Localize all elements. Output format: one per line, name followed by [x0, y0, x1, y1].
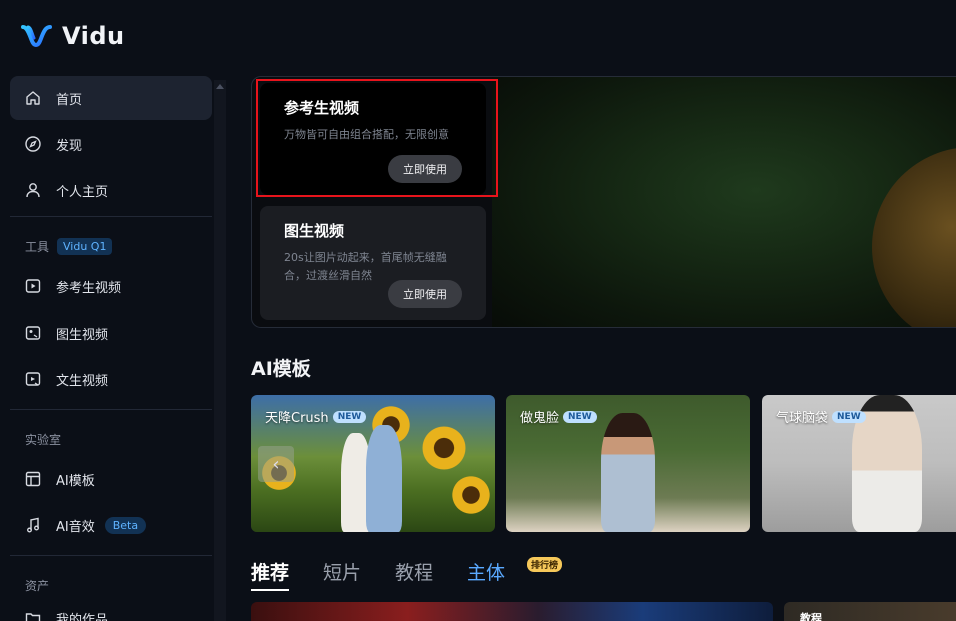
sidebar-item-label: 参考生视频 [56, 280, 122, 296]
new-badge: NEW [832, 410, 866, 423]
sidebar-item-label: 文生视频 [56, 373, 109, 389]
app-logo[interactable]: Vidu [20, 22, 125, 50]
tab-recommend[interactable]: 推荐 [251, 558, 290, 591]
sidebar-item-ai-sound[interactable]: AI音效 Beta [10, 503, 212, 547]
selection-highlight [256, 79, 498, 197]
new-badge: NEW [332, 410, 367, 423]
tab-tutorials[interactable]: 教程 [395, 558, 433, 591]
hero-preview-subject [872, 147, 956, 327]
template-card[interactable]: 做鬼脸 NEW [506, 395, 750, 532]
use-now-button[interactable]: 立即使用 [388, 280, 462, 308]
sidebar-item-label: AI模板 [56, 473, 95, 489]
template-label: 气球脑袋 NEW [776, 407, 866, 426]
feature-card-title: 图生视频 [284, 222, 345, 240]
reference-video-icon [24, 277, 42, 295]
lab-section-label: 实验室 [25, 431, 61, 448]
feed-card-label: 教程 [800, 612, 822, 621]
sidebar-item-label: 发现 [56, 138, 83, 154]
sidebar-item-label: 个人主页 [56, 184, 109, 200]
carousel-prev-button[interactable]: ‹ [258, 446, 294, 482]
user-icon [24, 181, 42, 199]
assets-section-title: 资产 [25, 579, 50, 593]
folder-icon [24, 609, 42, 621]
sidebar-item-discover[interactable]: 发现 [10, 122, 212, 166]
beta-badge: Beta [104, 516, 147, 534]
sidebar-item-label: 我的作品 [56, 612, 109, 621]
sidebar-divider [10, 409, 212, 410]
sidebar-item-my-works[interactable]: 我的作品 [10, 600, 212, 621]
sidebar-divider [10, 216, 212, 217]
sidebar-item-ai-template[interactable]: AI模板 [10, 457, 212, 501]
lab-section-title: 实验室 [25, 433, 62, 447]
model-badge: Vidu Q1 [57, 238, 113, 255]
home-icon [24, 89, 42, 107]
template-name: 天降Crush [265, 411, 329, 426]
templates-title: AI模板 [251, 358, 311, 380]
sidebar-divider [10, 555, 212, 556]
app-name: Vidu [62, 22, 125, 50]
feature-card-image-video[interactable]: 图生视频 20s让图片动起来，首尾帧无缝融合，过渡丝滑自然 立即使用 [260, 206, 486, 320]
template-label: 做鬼脸 NEW [520, 407, 597, 426]
sunflower-decoration [451, 475, 491, 515]
template-figure [601, 413, 655, 532]
tools-section-label: 工具 Vidu Q1 [25, 238, 113, 255]
tools-section-title: 工具 [25, 240, 50, 254]
template-figure [366, 425, 402, 532]
template-label: 天降Crush NEW [265, 407, 367, 426]
sidebar-item-text-video[interactable]: 文生视频 [10, 357, 212, 401]
assets-section-label: 资产 [25, 577, 49, 594]
sidebar-item-image-video[interactable]: 图生视频 [10, 311, 212, 355]
sunflower-decoration [421, 425, 467, 471]
image-video-icon [24, 324, 42, 342]
sidebar-item-label: 首页 [56, 92, 83, 108]
text-video-icon [24, 370, 42, 388]
sidebar-item-profile[interactable]: 个人主页 [10, 168, 212, 212]
template-name: 气球脑袋 [776, 411, 829, 426]
sidebar-scrollbar[interactable] [214, 80, 226, 621]
sidebar-item-label: 图生视频 [56, 327, 109, 343]
template-card[interactable]: 气球脑袋 NEW [762, 395, 956, 532]
new-badge: NEW [563, 410, 597, 423]
template-icon [24, 470, 42, 488]
rank-badge: 排行榜 [527, 557, 563, 572]
template-name: 做鬼脸 [520, 411, 560, 426]
tab-subject[interactable]: 主体 [467, 558, 505, 591]
feed-card[interactable] [251, 602, 773, 621]
compass-icon [24, 135, 42, 153]
content-tabs: 推荐 短片 教程 主体 [251, 558, 505, 591]
scroll-up-arrow-icon[interactable] [216, 84, 224, 89]
music-note-icon [24, 516, 42, 534]
chevron-left-icon: ‹ [272, 453, 280, 475]
sidebar-item-home[interactable]: 首页 [10, 76, 212, 120]
hero-video-preview[interactable] [492, 77, 956, 327]
tab-shorts[interactable]: 短片 [323, 558, 361, 591]
sidebar-item-label: AI音效 [56, 519, 95, 535]
sidebar-item-reference-video[interactable]: 参考生视频 [10, 264, 212, 308]
vidu-logo-icon [21, 25, 52, 48]
